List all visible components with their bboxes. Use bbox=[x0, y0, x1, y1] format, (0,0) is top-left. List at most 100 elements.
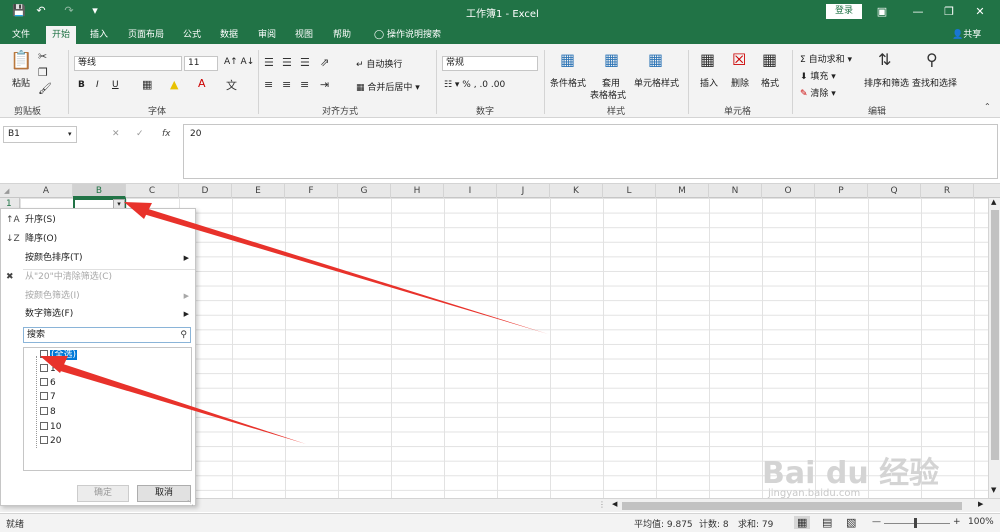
find-select-icon[interactable]: ⚲ bbox=[926, 50, 938, 69]
cell-styles-button[interactable]: 单元格样式 bbox=[634, 76, 679, 89]
zoom-slider-thumb[interactable] bbox=[914, 518, 917, 528]
insert-cells-icon[interactable]: ▦ bbox=[700, 50, 715, 69]
cut-icon[interactable]: ✂ bbox=[38, 50, 47, 63]
insert-cells-button[interactable]: 插入 bbox=[700, 76, 718, 89]
align-middle-icon[interactable]: ☰ bbox=[282, 56, 292, 69]
format-cells-button[interactable]: 格式 bbox=[761, 76, 779, 89]
clear-button[interactable]: ✎ 清除 ▾ bbox=[800, 86, 836, 99]
scroll-down-icon[interactable]: ▼ bbox=[991, 486, 996, 494]
scroll-up-icon[interactable]: ▲ bbox=[991, 198, 996, 206]
tab-help[interactable]: 帮助 bbox=[327, 26, 357, 44]
column-header-i[interactable]: I bbox=[444, 184, 497, 198]
zoom-level[interactable]: 100% bbox=[968, 517, 994, 527]
customize-icon[interactable]: ▾ bbox=[88, 4, 102, 18]
formula-input[interactable]: 20 bbox=[183, 124, 998, 179]
redo-icon[interactable]: ↷ bbox=[62, 4, 76, 18]
zoom-slider[interactable] bbox=[884, 523, 950, 524]
horizontal-scroll-thumb[interactable] bbox=[622, 502, 962, 510]
column-header-p[interactable]: P bbox=[815, 184, 868, 198]
column-header-h[interactable]: H bbox=[391, 184, 444, 198]
sort-filter-button[interactable]: 排序和筛选 bbox=[864, 76, 909, 89]
checkbox-select-all[interactable]: (全选) bbox=[40, 348, 78, 362]
cell-styles-icon[interactable]: ▦ bbox=[648, 50, 663, 69]
column-header-a[interactable]: A bbox=[20, 184, 73, 198]
paste-button[interactable]: 粘贴 bbox=[12, 76, 30, 89]
format-painter-icon[interactable]: 🖌 bbox=[38, 82, 52, 95]
align-left-icon[interactable]: ≡ bbox=[264, 78, 273, 91]
format-cells-icon[interactable]: ▦ bbox=[762, 50, 777, 69]
scroll-right-icon[interactable]: ▶ bbox=[978, 500, 983, 508]
copy-icon[interactable]: ❐ bbox=[38, 66, 48, 79]
column-header-o[interactable]: O bbox=[762, 184, 815, 198]
minimize-icon[interactable]: — bbox=[906, 3, 930, 21]
align-bottom-icon[interactable]: ☰ bbox=[300, 56, 310, 69]
cancel-icon[interactable]: ✕ bbox=[112, 129, 120, 139]
format-as-table-line2[interactable]: 表格格式 bbox=[590, 88, 626, 101]
number-format-select[interactable]: 常规 bbox=[442, 56, 538, 71]
column-header-n[interactable]: N bbox=[709, 184, 762, 198]
checkbox-value-6[interactable]: 6 bbox=[40, 376, 56, 390]
page-layout-view-icon[interactable]: ▤ bbox=[822, 516, 832, 529]
tab-file[interactable]: 文件 bbox=[6, 26, 36, 44]
cancel-button[interactable]: 取消 bbox=[137, 485, 191, 502]
undo-icon[interactable]: ↶ bbox=[34, 4, 48, 18]
fill-color-icon[interactable]: ▲ bbox=[170, 78, 178, 91]
collapse-ribbon-icon[interactable]: ⌃ bbox=[984, 102, 991, 111]
format-as-table-icon[interactable]: ▦ bbox=[604, 50, 619, 69]
menu-clear-filter[interactable]: ✖ 从"20"中清除筛选(C) bbox=[1, 268, 195, 286]
ribbon-display-icon[interactable]: ▣ bbox=[870, 3, 894, 21]
menu-sort-by-color[interactable]: 按颜色排序(T) ▶ bbox=[1, 249, 195, 267]
checkbox-value-10[interactable]: 10 bbox=[40, 420, 61, 434]
ok-button[interactable]: 确定 bbox=[77, 485, 129, 502]
menu-number-filters[interactable]: 数字筛选(F) ▶ bbox=[1, 305, 195, 323]
insert-function-icon[interactable]: fx bbox=[162, 129, 171, 139]
close-icon[interactable]: ✕ bbox=[968, 3, 992, 21]
zoom-in-icon[interactable]: + bbox=[953, 517, 961, 527]
number-format-buttons[interactable]: ☷ ▾ % , .0 .00 bbox=[444, 80, 505, 90]
font-size-select[interactable]: 11 bbox=[184, 56, 218, 71]
share-button[interactable]: 👤共享 bbox=[946, 26, 987, 44]
bold-button[interactable]: B bbox=[78, 80, 85, 90]
login-button[interactable]: 登录 bbox=[826, 4, 862, 19]
align-center-icon[interactable]: ≡ bbox=[282, 78, 291, 91]
restore-icon[interactable]: ❐ bbox=[937, 3, 961, 21]
font-grow-icon[interactable]: A↑ A↓ bbox=[224, 57, 254, 67]
column-header-r[interactable]: R bbox=[921, 184, 974, 198]
tab-page-layout[interactable]: 页面布局 bbox=[122, 26, 170, 44]
paste-icon[interactable]: 📋 bbox=[10, 50, 32, 71]
font-name-select[interactable]: 等线 bbox=[74, 56, 182, 71]
tab-view[interactable]: 视图 bbox=[289, 26, 319, 44]
conditional-format-button[interactable]: 条件格式 bbox=[550, 76, 586, 89]
tab-review[interactable]: 审阅 bbox=[252, 26, 282, 44]
column-header-e[interactable]: E bbox=[232, 184, 285, 198]
checkbox-value-7[interactable]: 7 bbox=[40, 390, 56, 404]
sort-filter-icon[interactable]: ⇅ bbox=[878, 50, 891, 69]
menu-sort-ascending[interactable]: ↑A 升序(S) bbox=[1, 211, 195, 229]
delete-cells-icon[interactable]: ☒ bbox=[732, 50, 746, 69]
column-header-j[interactable]: J bbox=[497, 184, 550, 198]
tell-me-search[interactable]: ◯ 操作说明搜索 bbox=[368, 26, 447, 44]
column-header-q[interactable]: Q bbox=[868, 184, 921, 198]
split-handle-icon[interactable]: ⋮ bbox=[598, 500, 606, 509]
phonetic-icon[interactable]: 文 bbox=[226, 77, 237, 93]
checkbox-value-20[interactable]: 20 bbox=[40, 434, 61, 448]
fill-button[interactable]: ⬇ 填充 ▾ bbox=[800, 69, 836, 82]
namebox-dropdown-icon[interactable]: ▾ bbox=[68, 130, 72, 138]
checkbox-value-1[interactable]: 1 bbox=[40, 362, 56, 376]
vertical-scrollbar[interactable]: ▲ ▼ bbox=[988, 198, 1000, 498]
menu-filter-by-color[interactable]: 按颜色筛选(I) ▶ bbox=[1, 287, 195, 305]
zoom-out-icon[interactable]: — bbox=[872, 517, 881, 527]
column-header-c[interactable]: C bbox=[126, 184, 179, 198]
indent-icon[interactable]: ⇥ bbox=[320, 78, 329, 91]
normal-view-icon[interactable]: ▦ bbox=[794, 516, 811, 529]
tab-home[interactable]: 开始 bbox=[46, 26, 77, 44]
conditional-format-icon[interactable]: ▦ bbox=[560, 50, 575, 69]
align-top-icon[interactable]: ☰ bbox=[264, 56, 274, 69]
select-all-icon[interactable]: ◢ bbox=[4, 187, 9, 195]
delete-cells-button[interactable]: 删除 bbox=[731, 76, 749, 89]
font-color-icon[interactable]: A bbox=[198, 77, 206, 90]
column-header-f[interactable]: F bbox=[285, 184, 338, 198]
name-box[interactable]: B1 bbox=[3, 126, 77, 143]
wrap-text-button[interactable]: ↵ 自动换行 bbox=[356, 57, 402, 70]
column-header-m[interactable]: M bbox=[656, 184, 709, 198]
